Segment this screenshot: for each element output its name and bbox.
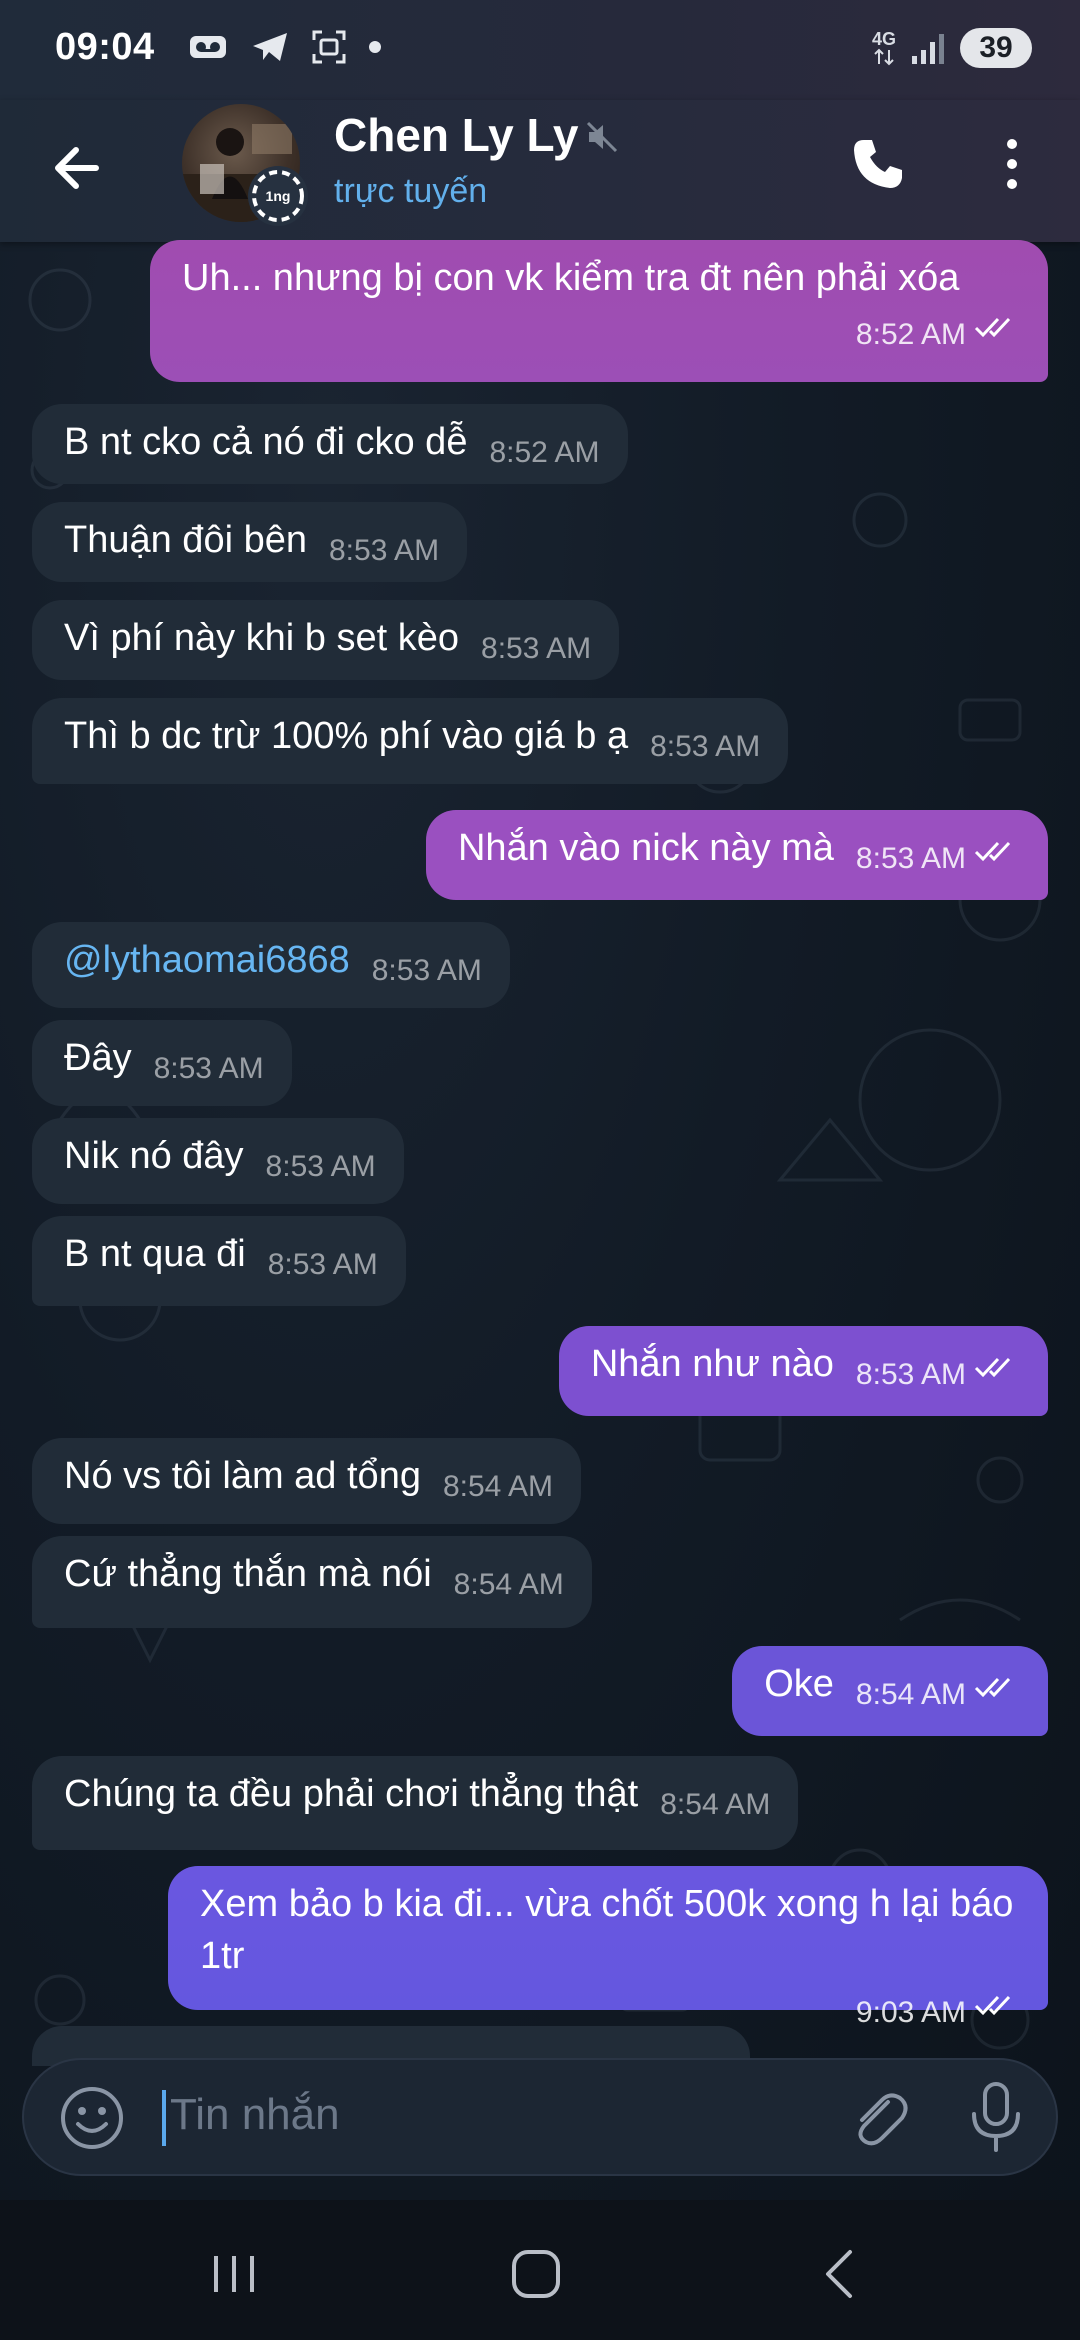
data-arrows-icon [874,48,894,66]
message-text: Nhắn như nào [590,1343,834,1385]
message-input-bar: Tin nhắn [22,2058,1058,2176]
message-time: 8:52 AM [489,436,600,469]
message-bubble-incoming[interactable]: Thuận đôi bên 8:53 AM [32,502,468,582]
message-bubble-incoming[interactable]: Nik nó đây 8:53 AM [32,1118,404,1204]
message-time: 8:53 AM [481,632,592,665]
message-bubble-outgoing[interactable]: Oke 8:54 AM [732,1646,1048,1736]
message-text: Xem bảo b kia đi... vừa chốt 500k xong h… [200,1883,1014,1977]
message-text: Thuận đôi bên [64,519,307,561]
avatar-story-badge: 1ng [248,166,308,226]
double-check-icon [974,1995,1011,2016]
message-time: 8:54 AM [442,1470,554,1503]
phone-icon[interactable] [848,134,908,194]
double-check-icon [974,317,1011,338]
message-bubble-incoming[interactable]: B nt qua đi 8:53 AM [32,1216,406,1306]
arrow-left-icon[interactable] [48,138,108,198]
message-bubble-incoming[interactable]: Nó vs tôi làm ad tổng 8:54 AM [32,1438,582,1524]
telegram-icon [253,33,287,61]
message-bubble-incoming[interactable]: Cứ thẳng thắn mà nói 8:54 AM [32,1536,592,1628]
status-time: 09:04 [55,26,155,68]
battery-level: 39 [960,28,1032,68]
status-right: 4G 39 [872,28,1032,68]
message-time: 8:54 AM [660,1788,771,1821]
message-bubble-incoming[interactable]: B nt cko cả nó đi cko dễ 8:52 AM [32,404,628,484]
mention-link[interactable]: @lythaomai6868 [64,939,350,981]
notification-icons [188,30,382,64]
message-text: B nt qua đi [64,1233,246,1275]
text-caret [162,2090,166,2146]
message-input[interactable]: Tin nhắn [170,2090,340,2140]
message-time: 8:53 AM [650,730,761,763]
message-bubble-outgoing[interactable]: Xem bảo b kia đi... vừa chốt 500k xong h… [168,1866,1048,2029]
double-check-icon [974,841,1011,862]
message-bubble-incoming[interactable]: Chúng ta đều phải chơi thẳng thật 8:54 AM [32,1756,799,1850]
message-time: 8:53 AM [328,534,440,567]
back-nav-icon[interactable] [810,2244,870,2304]
message-text: Chúng ta đều phải chơi thẳng thật [64,1773,639,1815]
message-text: Nó vs tôi làm ad tổng [64,1455,421,1497]
message-text: Thì b dc trừ 100% phí vào giá b ạ [64,715,629,757]
message-text: Uh... nhưng bị con vk kiểm tra đt nên ph… [182,257,960,299]
screenshot-icon [312,30,346,64]
message-text: Vì phí này khi b set kèo [64,617,460,659]
message-time: 8:53 AM [371,954,482,987]
message-bubble-outgoing[interactable]: Nhắn vào nick này mà 8:53 AM [425,810,1048,900]
contact-name[interactable]: Chen Ly Ly [334,108,579,162]
signal-icon [912,34,944,64]
message-time: 8:52 AM [855,318,966,351]
message-time: 8:53 AM [855,1358,966,1391]
message-time: 8:54 AM [855,1678,966,1711]
avatar-badge-label: 1ng [265,188,291,204]
double-check-icon [974,1677,1011,1698]
microphone-icon[interactable] [962,2080,1030,2154]
smiley-icon[interactable] [58,2084,126,2152]
message-text: Nhắn vào nick này mà [457,827,834,869]
double-check-icon [974,1357,1011,1378]
message-bubble-incoming[interactable]: Vì phí này khi b set kèo 8:53 AM [32,600,620,680]
message-text: B nt cko cả nó đi cko dễ [64,421,468,463]
message-text: Nik nó đây [64,1135,244,1177]
network-type: 4G [871,29,896,49]
message-text: Oke [764,1663,834,1705]
message-bubble-incoming[interactable]: Thì b dc trừ 100% phí vào giá b ạ 8:53 AM [32,698,789,784]
message-text: Cứ thẳng thắn mà nói [64,1553,432,1595]
system-navigation-bar [0,2200,1080,2340]
message-time: 8:53 AM [267,1248,378,1281]
recent-apps-icon[interactable] [204,2244,264,2304]
message-time: 8:53 AM [855,842,966,875]
chat-header: 1ng Chen Ly Ly trực tuyến [0,100,1080,242]
status-bar: 09:04 4G 39 [0,0,1080,100]
message-time: 8:54 AM [453,1568,564,1601]
notification-dot-icon [369,41,381,53]
muted-speaker-icon [586,121,618,153]
message-time: 8:53 AM [265,1150,376,1183]
message-bubble-outgoing[interactable]: Uh... nhưng bị con vk kiểm tra đt nên ph… [150,240,1048,382]
paperclip-icon[interactable] [844,2084,912,2152]
network-indicator: 4G [872,30,896,66]
voicemail-icon [190,36,226,58]
message-bubble-outgoing[interactable]: Nhắn như nào 8:53 AM [558,1326,1048,1416]
contact-status: trực tuyến [334,172,488,210]
message-text: Đây [64,1037,132,1079]
home-icon[interactable] [506,2244,566,2304]
message-time: 9:03 AM [855,1996,966,2029]
message-bubble-incoming[interactable]: @lythaomai6868 8:53 AM [32,922,510,1008]
message-bubble-incoming[interactable]: Đây 8:53 AM [32,1020,292,1106]
message-time: 8:53 AM [153,1052,264,1085]
more-vertical-icon[interactable] [995,134,1029,194]
